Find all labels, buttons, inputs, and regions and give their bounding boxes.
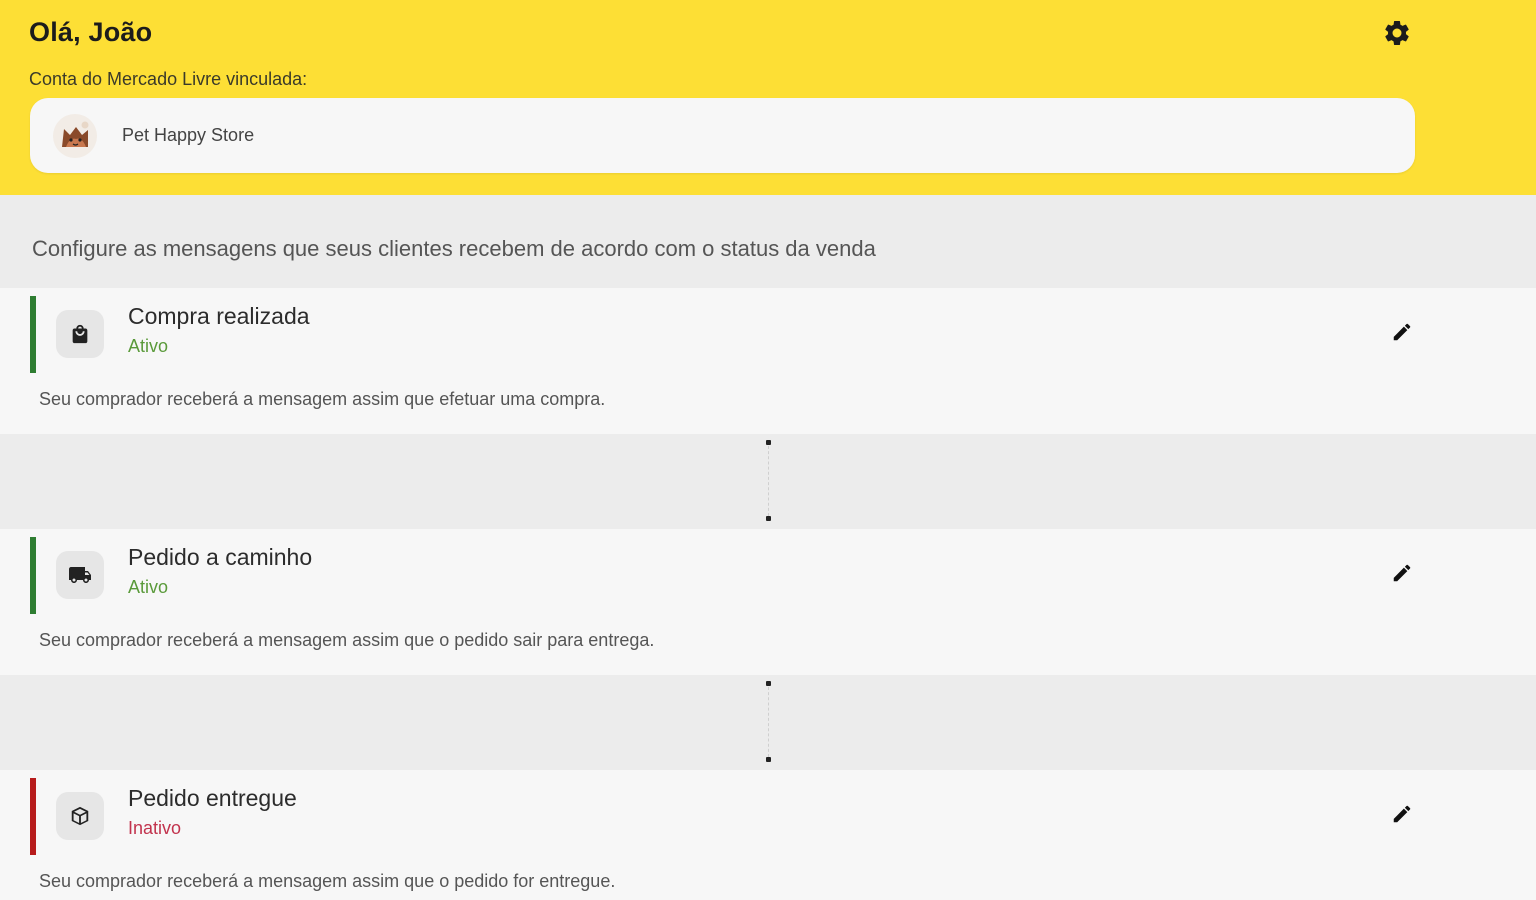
status-indicator-bar — [30, 537, 36, 614]
status-badge: Ativo — [128, 577, 169, 597]
status-indicator-bar — [30, 778, 36, 855]
message-icon-box — [56, 792, 104, 840]
message-title: Pedido entregue — [128, 785, 297, 811]
pencil-icon — [1393, 323, 1411, 341]
store-avatar — [53, 114, 97, 158]
message-description: Seu comprador receberá a mensagem assim … — [39, 871, 616, 891]
shopping-bag-icon — [72, 324, 88, 344]
step-connector — [766, 681, 771, 763]
message-icon-box — [56, 551, 104, 599]
message-card-compra-realizada: Compra realizada Ativo Seu comprador rec… — [0, 288, 1536, 434]
status-indicator-bar — [30, 296, 36, 373]
message-description: Seu comprador receberá a mensagem assim … — [39, 389, 606, 409]
greeting: Olá, João — [29, 17, 153, 47]
edit-button[interactable] — [1386, 557, 1418, 589]
store-name: Pet Happy Store — [122, 125, 255, 145]
edit-button[interactable] — [1386, 798, 1418, 830]
message-card-pedido-entregue: Pedido entregue Inativo Seu comprador re… — [0, 770, 1536, 900]
header: Olá, João Conta do Mercado Livre vincula… — [0, 0, 1536, 195]
account-label: Conta do Mercado Livre vinculada: — [29, 69, 308, 89]
step-connector — [766, 440, 771, 522]
gear-icon — [1385, 20, 1409, 45]
pencil-icon — [1393, 805, 1411, 823]
status-badge: Ativo — [128, 336, 169, 356]
intro-text: Configure as mensagens que seus clientes… — [32, 236, 876, 261]
linked-account-card[interactable]: Pet Happy Store — [30, 98, 1415, 173]
message-description: Seu comprador receberá a mensagem assim … — [39, 630, 655, 650]
pencil-icon — [1393, 564, 1411, 582]
message-card-pedido-a-caminho: Pedido a caminho Ativo Seu comprador rec… — [0, 529, 1536, 675]
truck-icon — [69, 567, 91, 583]
edit-button[interactable] — [1386, 316, 1418, 348]
package-icon — [71, 806, 89, 826]
message-title: Compra realizada — [128, 303, 310, 329]
status-badge: Inativo — [128, 818, 182, 838]
message-title: Pedido a caminho — [128, 544, 313, 570]
message-icon-box — [56, 310, 104, 358]
settings-button[interactable] — [1380, 16, 1414, 50]
